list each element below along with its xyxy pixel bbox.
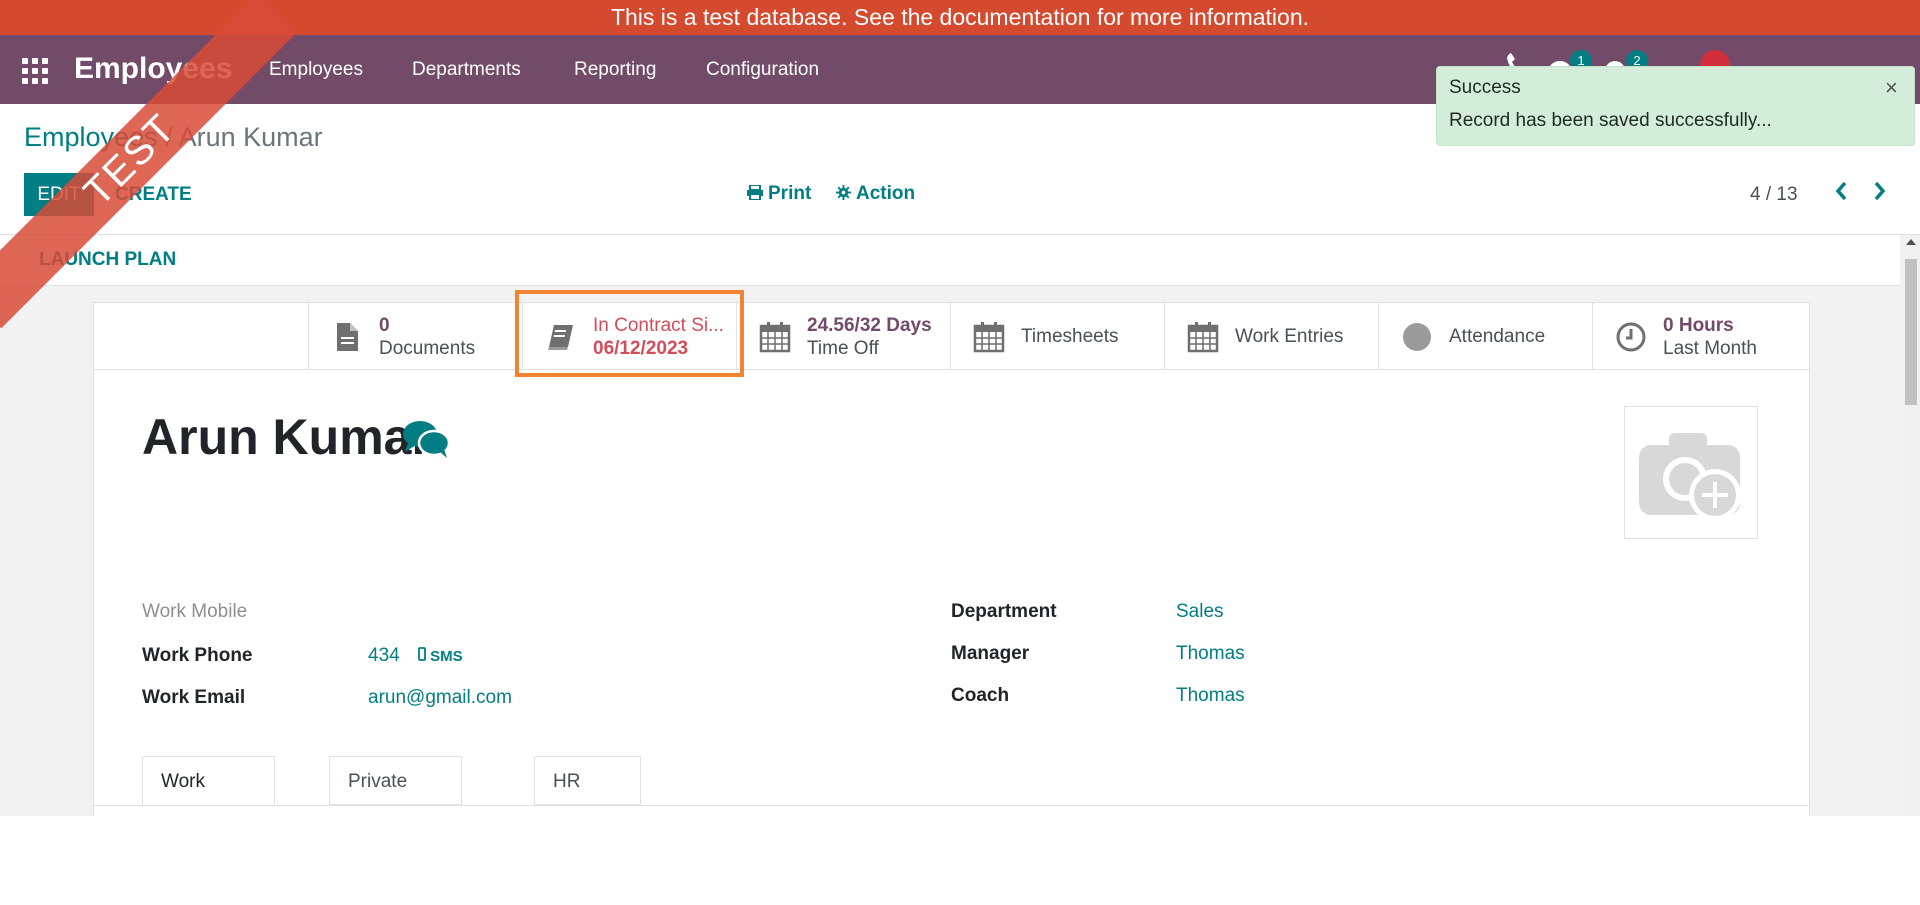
hours-value: 0 Hours bbox=[1663, 315, 1734, 336]
tab-hr-settings[interactable]: HR Settings bbox=[534, 756, 641, 805]
work-entries-label: Work Entries bbox=[1235, 326, 1344, 347]
time-off-label: Time Off bbox=[807, 338, 879, 359]
attendance-button[interactable]: Attendance bbox=[1378, 303, 1592, 369]
sms-label: SMS bbox=[430, 648, 463, 665]
breadcrumb-employees[interactable]: Employees bbox=[24, 122, 158, 152]
breadcrumb-separator: / bbox=[157, 122, 179, 152]
attendance-label: Attendance bbox=[1449, 326, 1546, 347]
print-icon bbox=[747, 184, 763, 201]
breadcrumb-current: Arun Kumar bbox=[178, 122, 323, 152]
action-dropdown[interactable]: Action bbox=[836, 183, 915, 205]
employee-photo-placeholder[interactable] bbox=[1624, 406, 1758, 539]
manager-label: Manager bbox=[951, 643, 1030, 664]
form-sheet: 0 Documents In Contract Si... 06/12/2023 bbox=[93, 302, 1810, 816]
department-label: Department bbox=[951, 601, 1057, 622]
presence-dot-icon bbox=[1403, 323, 1431, 351]
clock-icon bbox=[1616, 322, 1646, 352]
time-off-button[interactable]: 24.56/32 Days Time Off bbox=[736, 303, 950, 369]
chevron-right-icon bbox=[1874, 181, 1886, 201]
send-sms-button[interactable]: SMS bbox=[418, 647, 463, 665]
coach-value[interactable]: Thomas bbox=[1176, 685, 1245, 707]
action-label: Action bbox=[856, 183, 916, 204]
work-email-label: Work Email bbox=[142, 687, 246, 708]
app-frame: This is a test database. See the documen… bbox=[0, 0, 1920, 816]
time-off-balance: 24.56/32 Days bbox=[807, 315, 932, 336]
mobile-icon bbox=[418, 647, 426, 661]
camera-add-icon bbox=[1639, 433, 1741, 521]
calendar-icon bbox=[759, 322, 791, 353]
menu-employees[interactable]: Employees bbox=[269, 59, 363, 81]
chevron-left-icon bbox=[1835, 181, 1847, 201]
documentation-link[interactable]: See the documentation for more informati… bbox=[854, 4, 1309, 30]
edit-button[interactable]: EDIT bbox=[24, 173, 94, 216]
chat-bubbles-icon[interactable] bbox=[402, 419, 450, 459]
tab-private-information[interactable]: Private Information bbox=[329, 756, 463, 805]
timesheets-label: Timesheets bbox=[1021, 326, 1119, 347]
print-dropdown[interactable]: Print bbox=[747, 183, 811, 205]
hours-label: Last Month bbox=[1663, 338, 1757, 359]
smart-button-box: 0 Documents In Contract Si... 06/12/2023 bbox=[94, 303, 1809, 370]
menu-departments[interactable]: Departments bbox=[412, 59, 521, 81]
documents-count: 0 bbox=[379, 315, 390, 336]
pager-previous-button[interactable] bbox=[1827, 180, 1855, 208]
work-mobile-label: Work Mobile bbox=[142, 601, 248, 622]
scroll-up-arrow-icon[interactable] bbox=[1906, 239, 1916, 245]
menu-configuration[interactable]: Configuration bbox=[706, 59, 819, 81]
tab-work-information[interactable]: Work Information bbox=[142, 756, 276, 805]
work-phone-label: Work Phone bbox=[142, 645, 253, 666]
calendar-icon bbox=[1187, 322, 1219, 353]
employee-name: Arun Kumar bbox=[142, 409, 431, 465]
form-statusbar: LAUNCH PLAN bbox=[0, 235, 1900, 286]
notification-title: Success bbox=[1449, 77, 1521, 98]
work-entries-button[interactable]: Work Entries bbox=[1164, 303, 1378, 369]
contract-highlight-box bbox=[515, 290, 744, 377]
launch-plan-button[interactable]: LAUNCH PLAN bbox=[39, 249, 176, 271]
work-email-value[interactable]: arun@gmail.com bbox=[368, 687, 512, 709]
pager-value[interactable]: 4 / 13 bbox=[1750, 184, 1798, 206]
apps-menu-icon[interactable] bbox=[22, 58, 48, 84]
scrollbar-thumb[interactable] bbox=[1905, 259, 1917, 405]
menu-reporting[interactable]: Reporting bbox=[574, 59, 656, 81]
banner-text: This is a test database. bbox=[610, 4, 848, 30]
file-icon bbox=[337, 323, 358, 351]
print-label: Print bbox=[768, 183, 812, 204]
app-brand[interactable]: Employees bbox=[74, 52, 232, 86]
coach-label: Coach bbox=[951, 685, 1010, 706]
manager-value[interactable]: Thomas bbox=[1176, 643, 1245, 665]
calendar-icon bbox=[973, 322, 1005, 353]
pager-next-button[interactable] bbox=[1866, 180, 1894, 208]
notification-message: Record has been saved successfully... bbox=[1449, 110, 1772, 131]
create-button[interactable]: CREATE bbox=[101, 173, 206, 216]
timesheets-button[interactable]: Timesheets bbox=[950, 303, 1164, 369]
department-value[interactable]: Sales bbox=[1176, 601, 1224, 623]
documents-button[interactable]: 0 Documents bbox=[308, 303, 522, 369]
success-notification: Success Record has been saved successful… bbox=[1436, 66, 1915, 146]
close-icon[interactable]: × bbox=[1885, 75, 1898, 101]
gear-icon bbox=[836, 185, 851, 200]
work-phone-value[interactable]: 434 bbox=[368, 645, 400, 667]
breadcrumb: Employees / Arun Kumar bbox=[24, 122, 323, 153]
last-month-hours-button[interactable]: 0 Hours Last Month bbox=[1592, 303, 1809, 369]
vertical-scrollbar[interactable] bbox=[1902, 235, 1920, 816]
documents-label: Documents bbox=[379, 338, 476, 359]
test-database-banner: This is a test database. See the documen… bbox=[0, 0, 1920, 35]
